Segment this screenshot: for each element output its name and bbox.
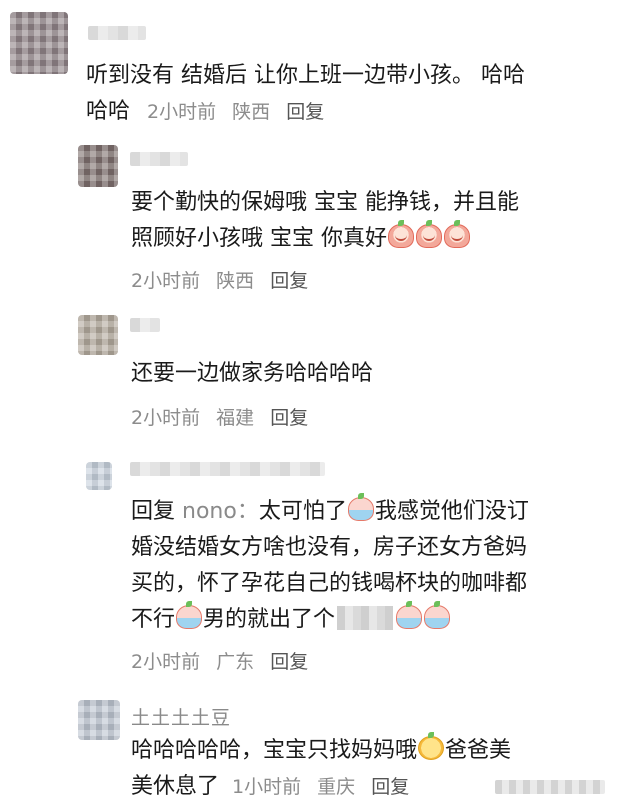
comment-meta: 2小时前 福建 回复 xyxy=(131,403,318,430)
comment-text: 回复 nono：太可怕了 我感觉他们没订 婚没结婚女方啥也没有，房子还女方爸妈 买… xyxy=(131,493,529,632)
username-blurred[interactable] xyxy=(130,462,325,476)
comment-meta: 2小时前 广东 回复 xyxy=(131,647,318,674)
comment-text: 还要一边做家务哈哈哈哈 xyxy=(131,361,374,386)
comment-meta: 1小时前 重庆 回复 xyxy=(232,776,419,798)
weep-face-icon xyxy=(347,493,374,521)
cry-face-icon xyxy=(416,220,442,248)
comment-time: 2小时前 xyxy=(131,407,201,429)
reply-prefix: 回复 xyxy=(131,499,176,524)
reply-to-user[interactable]: nono： xyxy=(182,499,259,524)
comment-location: 重庆 xyxy=(317,776,356,798)
comment-time: 2小时前 xyxy=(131,270,201,292)
username-blurred[interactable] xyxy=(130,318,160,332)
comment-time: 1小时前 xyxy=(232,776,302,798)
avatar[interactable] xyxy=(78,145,118,187)
cry-face-icon xyxy=(388,220,414,248)
comment-time: 2小时前 xyxy=(147,101,217,123)
mosaic-censor xyxy=(337,606,394,630)
comment-location: 陕西 xyxy=(216,270,255,292)
username[interactable]: 土土土土豆 xyxy=(131,703,231,730)
reply-button[interactable]: 回复 xyxy=(286,101,324,123)
avatar[interactable] xyxy=(10,12,68,74)
avatar[interactable] xyxy=(86,462,112,490)
weep-face-icon xyxy=(424,601,451,629)
username-blurred[interactable] xyxy=(130,152,188,166)
weep-face-icon xyxy=(176,601,203,629)
weep-face-icon xyxy=(396,601,423,629)
watermark-blurred xyxy=(495,780,605,794)
avatar[interactable] xyxy=(78,315,118,355)
reply-button[interactable]: 回复 xyxy=(270,651,308,673)
comment-location: 陕西 xyxy=(232,101,271,123)
comment-text: 听到没有 结婚后 让你上班一边带小孩。 哈哈 哈哈 2小时前 陕西 回复 xyxy=(86,63,525,124)
comment-meta: 2小时前 陕西 回复 xyxy=(131,266,318,293)
reply-button[interactable]: 回复 xyxy=(371,776,409,798)
comment-location: 广东 xyxy=(216,651,255,673)
comment-meta: 2小时前 陕西 回复 xyxy=(147,101,334,123)
username-blurred[interactable] xyxy=(88,26,146,40)
smile-face-icon xyxy=(418,732,445,760)
reply-button[interactable]: 回复 xyxy=(270,270,308,292)
comment-time: 2小时前 xyxy=(131,651,201,673)
comment-text: 要个勤快的保姆哦 宝宝 能挣钱，并且能 照顾好小孩哦 宝宝 你真好 xyxy=(131,190,519,251)
comment-location: 福建 xyxy=(216,407,255,429)
cry-face-icon xyxy=(444,220,470,248)
reply-button[interactable]: 回复 xyxy=(270,407,308,429)
comment-text: 哈哈哈哈哈，宝宝只找妈妈哦 爸爸美 美休息了 1小时前 重庆 回复 xyxy=(131,732,512,799)
avatar[interactable] xyxy=(78,700,120,740)
